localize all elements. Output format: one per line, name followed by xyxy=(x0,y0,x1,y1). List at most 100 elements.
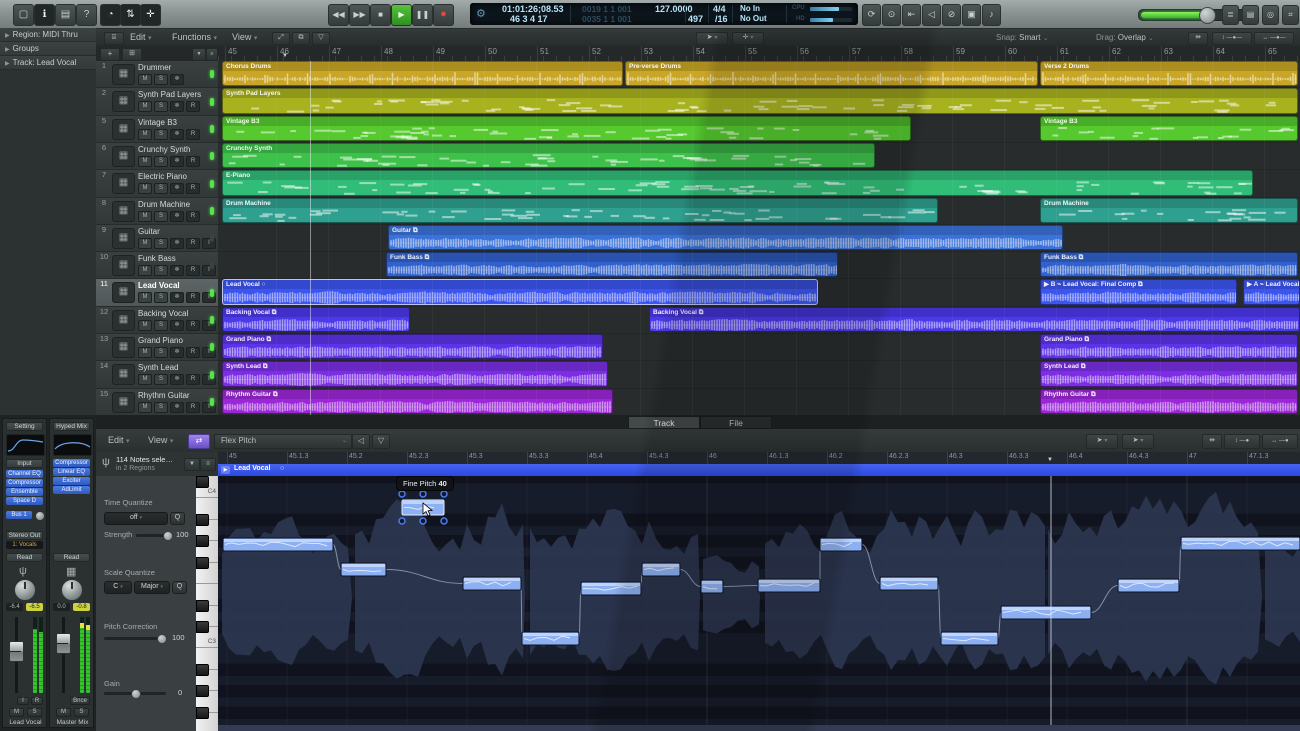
solo-button[interactable]: S xyxy=(74,708,89,717)
plugin-slot[interactable]: Compressor xyxy=(6,479,43,487)
track-name[interactable]: Electric Piano xyxy=(138,172,187,181)
inspector-icon[interactable]: ℹ xyxy=(34,4,55,26)
duplicate-track-button[interactable]: ⊞ xyxy=(122,48,142,61)
autopunch-icon[interactable]: ⊙ xyxy=(882,4,901,26)
track-header-rhythm-guitar[interactable]: 15▦Rhythm GuitarMS❄RI xyxy=(96,389,218,416)
track-header-grand-piano[interactable]: 13▦Grand PianoMS❄RI xyxy=(96,334,218,361)
track-name[interactable]: Backing Vocal xyxy=(138,309,188,318)
note-pads-icon[interactable]: ▤ xyxy=(1242,5,1259,25)
plugin-slot[interactable]: Linear EQ xyxy=(53,468,90,476)
scale-quantize-q-button[interactable]: Q xyxy=(172,581,187,594)
region-guitar[interactable]: Guitar ⧉ xyxy=(388,225,1063,250)
freeze-button[interactable]: ❄ xyxy=(170,129,184,140)
region-lead-vocal-final-comp[interactable]: ▶ B ⌁ Lead Vocal: Final Comp ⧉ xyxy=(1040,279,1237,305)
mute-button[interactable]: M xyxy=(56,708,71,717)
region-grand-piano[interactable]: Grand Piano ⧉ xyxy=(222,334,603,359)
solo-button[interactable]: S xyxy=(154,183,168,194)
mute-button[interactable]: M xyxy=(138,101,152,112)
solo-button[interactable]: S xyxy=(27,708,42,717)
slider-handle[interactable] xyxy=(157,634,167,644)
editor-alt-tool-button[interactable]: ➤ ▾ xyxy=(1122,434,1154,449)
smart-controls-icon[interactable]: ▤ xyxy=(55,4,76,26)
rewind-button[interactable]: ◀◀ xyxy=(328,4,349,26)
track-name[interactable]: Drummer xyxy=(138,63,171,72)
track-header-guitar[interactable]: 9▦GuitarMS❄RI xyxy=(96,225,218,252)
solo-button[interactable]: S xyxy=(154,402,168,413)
flex-pitch-note[interactable] xyxy=(880,577,938,590)
flex-pitch-note[interactable] xyxy=(1001,606,1091,619)
freeze-button[interactable]: ❄ xyxy=(170,74,184,85)
editor-menu-view[interactable]: View ▾ xyxy=(148,429,173,452)
flex-pitch-note[interactable] xyxy=(1118,579,1179,592)
play-button[interactable]: ▶ xyxy=(391,4,412,26)
editor-pointer-tool-button[interactable]: ➤ ▾ xyxy=(1086,434,1118,449)
pause-button[interactable]: ❚❚ xyxy=(412,4,433,26)
note-handle[interactable] xyxy=(441,518,447,524)
region-funk-bass[interactable]: Funk Bass ⧉ xyxy=(386,252,838,277)
region-lead-vocal[interactable]: ▶ A ⌁ Lead Vocal xyxy=(1243,279,1300,305)
freeze-button[interactable]: ❄ xyxy=(170,183,184,194)
region-crunchy-synth[interactable]: Crunchy Synth xyxy=(222,143,875,168)
volume-fader[interactable] xyxy=(9,641,24,662)
output-slot[interactable]: Stereo Out xyxy=(6,531,43,540)
eq-thumbnail[interactable] xyxy=(53,434,92,456)
bar-ruler[interactable]: +⊞▼≡454647484950515253545556575859606162… xyxy=(96,46,1300,62)
tools-icon[interactable]: ✛ xyxy=(140,4,161,26)
note-handle[interactable] xyxy=(441,491,447,497)
region-lead-vocal[interactable]: Lead Vocal ○ xyxy=(222,279,818,305)
piano-keyboard[interactable]: C4C3 xyxy=(196,476,218,731)
midi-out-icon[interactable]: ◁ xyxy=(352,434,370,449)
region-vintage-b3[interactable]: Vintage B3 xyxy=(222,116,911,141)
speaker-icon[interactable]: ◁ xyxy=(922,4,941,26)
solo-button[interactable]: S xyxy=(154,374,168,385)
flex-pitch-note[interactable] xyxy=(581,582,641,595)
track-name[interactable]: Grand Piano xyxy=(138,336,183,345)
mute-button[interactable]: M xyxy=(138,74,152,85)
flex-pitch-note[interactable] xyxy=(701,580,723,593)
vertical-zoom-slider[interactable]: ↕ —●— xyxy=(1212,32,1252,45)
black-key[interactable] xyxy=(196,600,209,612)
automation-mode-button[interactable]: Read xyxy=(6,553,43,562)
region-drum-machine[interactable]: Drum Machine xyxy=(222,198,938,223)
freeze-button[interactable]: ❄ xyxy=(170,347,184,358)
toolbar-toggle-icon[interactable]: ≣ xyxy=(1222,5,1239,25)
track-name[interactable]: Guitar xyxy=(138,227,160,236)
plugin-slot[interactable]: Exciter xyxy=(53,477,90,485)
freeze-button[interactable]: ❄ xyxy=(170,292,184,303)
loop-browser-icon[interactable]: ◎ xyxy=(1262,5,1279,25)
quick-help-icon[interactable]: ? xyxy=(76,4,97,26)
track-header-crunchy-synth[interactable]: 6▦Crunchy SynthMS❄R xyxy=(96,143,218,170)
track-header-vintage-b3[interactable]: 5▦Vintage B3MS❄R xyxy=(96,116,218,143)
solo-button[interactable]: S xyxy=(154,292,168,303)
region-verse-2-drums[interactable]: Verse 2 Drums xyxy=(1040,61,1298,86)
gain-slider[interactable] xyxy=(104,692,166,695)
track-name[interactable]: Vintage B3 xyxy=(138,118,177,127)
solo-button[interactable]: S xyxy=(154,156,168,167)
track-name[interactable]: Drum Machine xyxy=(138,200,190,209)
flex-pitch-note[interactable] xyxy=(820,538,862,551)
pitch-correction-slider[interactable] xyxy=(104,637,166,640)
mute-button[interactable]: M xyxy=(138,211,152,222)
black-key[interactable] xyxy=(196,621,209,633)
record-enable-button[interactable]: R xyxy=(31,697,43,705)
tab-file[interactable]: File xyxy=(700,416,772,429)
snap-menu[interactable]: Snap: Smart ⌄ xyxy=(996,29,1049,46)
time-quantize-q-button[interactable]: Q xyxy=(170,512,185,525)
region-chorus-drums[interactable]: Chorus Drums xyxy=(222,61,623,86)
mute-button[interactable]: M xyxy=(138,320,152,331)
plugin-slot[interactable]: Compressor xyxy=(53,459,90,467)
plugin-slot[interactable]: AdLimit xyxy=(53,486,90,494)
mute-button[interactable]: M xyxy=(138,265,152,276)
record-enable-button[interactable]: R xyxy=(186,129,200,140)
region-backing-vocal[interactable]: Backing Vocal ⧉ xyxy=(222,307,410,332)
track-header-funk-bass[interactable]: 10▦Funk BassMS❄RI xyxy=(96,252,218,279)
note-filter-icon[interactable]: ▽ xyxy=(372,434,390,449)
region-grand-piano[interactable]: Grand Piano ⧉ xyxy=(1040,334,1298,359)
scale-key-dropdown[interactable]: C ▾ xyxy=(104,581,132,594)
freeze-button[interactable]: ❄ xyxy=(170,101,184,112)
black-key[interactable] xyxy=(196,707,209,719)
black-key[interactable] xyxy=(196,685,209,697)
solo-button[interactable]: S xyxy=(154,238,168,249)
track-header-lead-vocal[interactable]: 11▦Lead VocalMS❄RI xyxy=(96,279,218,307)
flex-pitch-note[interactable] xyxy=(1181,537,1300,550)
